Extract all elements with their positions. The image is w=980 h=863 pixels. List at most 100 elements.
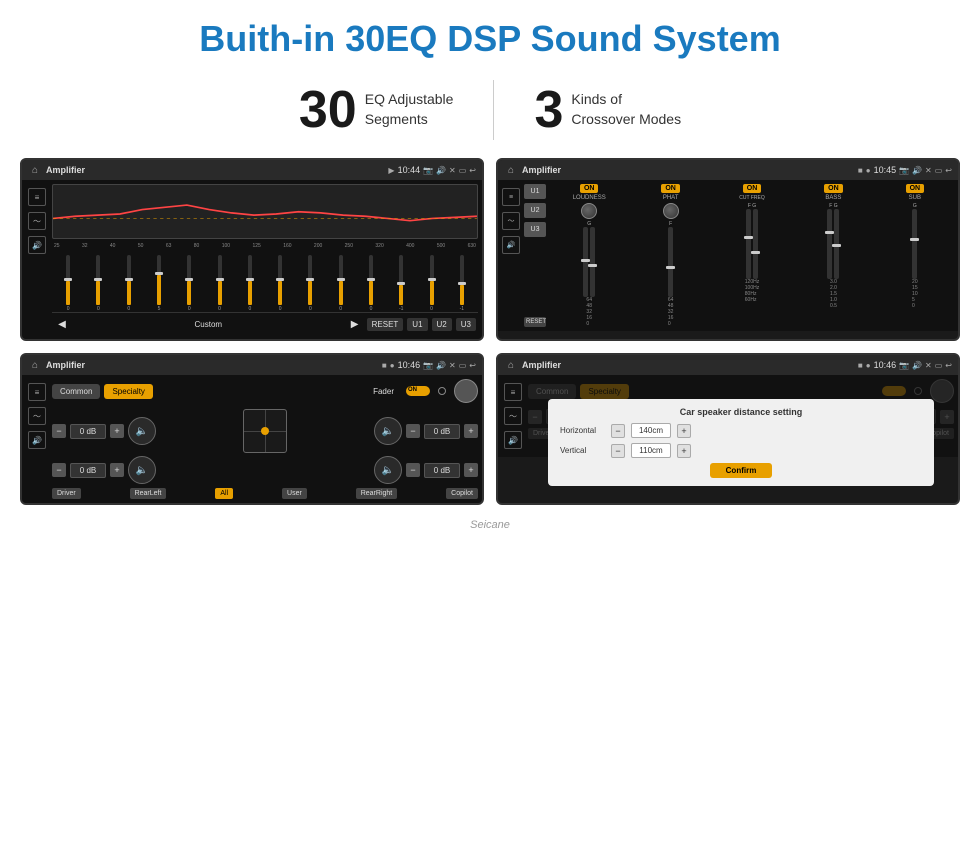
eq-controls-row: ◀ Custom ▶ RESET U1 U2 U3 <box>52 312 478 335</box>
speaker-tl-plus-btn[interactable]: + <box>110 424 124 438</box>
distance-avatar <box>930 379 954 403</box>
fader-sidebar-icon-2[interactable]: 〜 <box>28 407 46 425</box>
eq-sidebar-icon-2[interactable]: 〜 <box>28 212 46 230</box>
speaker-tr-minus: − <box>406 424 420 438</box>
stats-row: 30 EQ Adjustable Segments 3 Kinds of Cro… <box>0 70 980 158</box>
close-icon-4: ✕ <box>925 361 932 370</box>
cx-band-on-bass[interactable]: ON <box>824 184 843 193</box>
minimize-icon-4: ▭ <box>935 361 943 370</box>
eq-slider-2[interactable]: 0 <box>84 255 112 312</box>
cx-band-on-sub[interactable]: ON <box>906 184 925 193</box>
cx-band-loudness: ON LOUDNESS G <box>550 184 628 327</box>
speaker-bl-db: 0 dB <box>70 463 106 478</box>
distance-horizontal-row: Horizontal − 140cm + <box>560 423 922 438</box>
eq-slider-1[interactable]: 0 <box>54 255 82 312</box>
distance-toggle <box>882 386 906 396</box>
distance-sidebar-icon-3[interactable]: 🔊 <box>504 431 522 449</box>
cx-sidebar-icon-1[interactable]: ≡ <box>502 188 520 206</box>
cx-sidebar-icon-3[interactable]: 🔊 <box>502 236 520 254</box>
dot-icon-3: ● <box>390 361 395 370</box>
vertical-plus-btn[interactable]: + <box>677 444 691 458</box>
speaker-crosshair[interactable] <box>243 409 287 453</box>
eq-slider-12[interactable]: -1 <box>387 255 415 312</box>
distance-sidebar-icon-2[interactable]: 〜 <box>504 407 522 425</box>
home-icon[interactable]: ⌂ <box>28 163 42 177</box>
speaker-br-plus: + <box>464 463 478 477</box>
eq-slider-8[interactable]: 0 <box>266 255 294 312</box>
all-button[interactable]: All <box>215 488 233 499</box>
cx-knob-loudness[interactable] <box>581 203 597 219</box>
horizontal-minus-btn[interactable]: − <box>611 424 625 438</box>
rear-left-button[interactable]: RearLeft <box>130 488 167 499</box>
eq-slider-14[interactable]: -1 <box>448 255 476 312</box>
eq-sidebar-icon-1[interactable]: ≡ <box>28 188 46 206</box>
cx-band-on-phat[interactable]: ON <box>661 184 680 193</box>
copilot-button[interactable]: Copilot <box>446 488 478 499</box>
prev-button[interactable]: ◀ <box>54 316 70 332</box>
horizontal-label: Horizontal <box>560 426 605 435</box>
fader-toggle[interactable]: ON <box>406 386 430 396</box>
eq-slider-6[interactable]: 0 <box>205 255 233 312</box>
home-icon-3[interactable]: ⌂ <box>28 358 42 372</box>
cx-band-on-loudness[interactable]: ON <box>580 184 599 193</box>
eq-slider-5[interactable]: 0 <box>175 255 203 312</box>
driver-button[interactable]: Driver <box>52 488 81 499</box>
reset-button[interactable]: RESET <box>367 318 404 331</box>
u2-button[interactable]: U2 <box>432 318 452 331</box>
eq-slider-3[interactable]: 0 <box>115 255 143 312</box>
fader-sidebar-icon-1[interactable]: ≡ <box>28 383 46 401</box>
cx-reset-button[interactable]: RESET <box>524 317 546 327</box>
next-button[interactable]: ▶ <box>347 316 363 332</box>
speaker-tl-minus-btn[interactable]: − <box>52 424 66 438</box>
record-icon-4: ■ <box>858 361 863 370</box>
eq-custom-label: Custom <box>74 320 343 329</box>
stat-crossover: 3 Kinds of Crossover Modes <box>494 80 721 140</box>
eq-sliders-row: 0 0 0 5 <box>52 252 478 312</box>
speaker-br-minus: − <box>406 463 420 477</box>
volume-icon-4: 🔊 <box>912 361 922 370</box>
eq-slider-9[interactable]: 0 <box>296 255 324 312</box>
eq-sidebar-icon-3[interactable]: 🔊 <box>28 236 46 254</box>
cx-band-cutfreq: ON CUT FREQ F G <box>713 184 791 327</box>
speaker-bl-plus-btn[interactable]: + <box>110 463 124 477</box>
eq-slider-13[interactable]: 0 <box>417 255 445 312</box>
confirm-button[interactable]: Confirm <box>710 463 773 478</box>
cx-loudness-label: LOUDNESS <box>573 195 606 201</box>
tab-common[interactable]: Common <box>52 384 100 399</box>
cx-sidebar-icon-2[interactable]: 〜 <box>502 212 520 230</box>
cx-band-on-cutfreq[interactable]: ON <box>743 184 762 193</box>
preset-u3-button[interactable]: U3 <box>524 222 546 237</box>
preset-u2-button[interactable]: U2 <box>524 203 546 218</box>
horizontal-plus-btn[interactable]: + <box>677 424 691 438</box>
speaker-br-plus-btn[interactable]: + <box>464 463 478 477</box>
home-icon-4[interactable]: ⌂ <box>504 358 518 372</box>
camera-icon-3: 📷 <box>423 361 433 370</box>
rear-right-button[interactable]: RearRight <box>356 488 398 499</box>
eq-slider-7[interactable]: 0 <box>236 255 264 312</box>
close-icon: ✕ <box>449 166 456 175</box>
u1-button[interactable]: U1 <box>407 318 427 331</box>
fader-toggle-indicator <box>438 387 446 395</box>
u3-button[interactable]: U3 <box>456 318 476 331</box>
speaker-br-minus-btn[interactable]: − <box>406 463 420 477</box>
speaker-bl-plus: + <box>110 463 124 477</box>
user-button[interactable]: User <box>282 488 307 499</box>
fader-sidebar-icon-3[interactable]: 🔊 <box>28 431 46 449</box>
preset-u1-button[interactable]: U1 <box>524 184 546 199</box>
eq-curve-svg <box>53 185 477 239</box>
tab-specialty[interactable]: Specialty <box>104 384 152 399</box>
speaker-tr-plus-btn[interactable]: + <box>464 424 478 438</box>
speaker-tr-minus-btn[interactable]: − <box>406 424 420 438</box>
vertical-minus-btn[interactable]: − <box>611 444 625 458</box>
crossover-sidebar: ≡ 〜 🔊 <box>502 184 520 327</box>
screen1-eq-amplifier: ⌂ Amplifier ▶ 10:44 📷 🔊 ✕ ▭ ↩ ≡ 〜 🔊 <box>20 158 484 341</box>
home-icon-2[interactable]: ⌂ <box>504 163 518 177</box>
distance-sidebar-icon-1[interactable]: ≡ <box>504 383 522 401</box>
eq-slider-11[interactable]: 0 <box>357 255 385 312</box>
cx-knob-phat[interactable] <box>663 203 679 219</box>
speaker-bl-minus-btn[interactable]: − <box>52 463 66 477</box>
eq-slider-4[interactable]: 5 <box>145 255 173 312</box>
eq-slider-10[interactable]: 0 <box>327 255 355 312</box>
speaker-tr-icon: 🔈 <box>374 417 402 445</box>
camera-icon: 📷 <box>423 166 433 175</box>
